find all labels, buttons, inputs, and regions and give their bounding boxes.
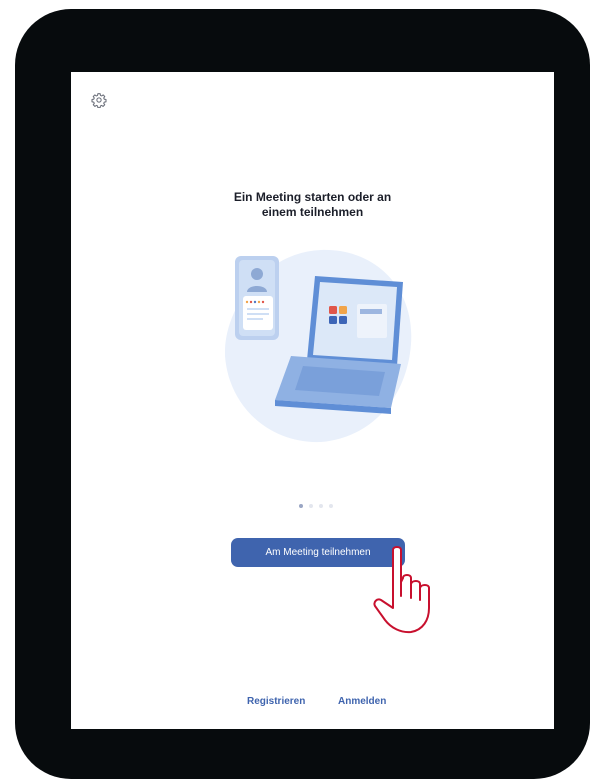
carousel-indicator (299, 504, 333, 508)
onboarding-title: Ein Meeting starten oder an einem teilne… (71, 190, 554, 220)
meeting-illustration (224, 248, 415, 444)
title-line-2: einem teilnehmen (261, 205, 364, 219)
join-meeting-button[interactable]: Am Meeting teilnehmen (231, 538, 405, 567)
gear-icon[interactable] (91, 92, 107, 109)
register-link[interactable]: Registrieren (247, 696, 305, 707)
app-screen: Ein Meeting starten oder an einem teilne… (71, 72, 554, 729)
carousel-dot[interactable] (309, 504, 313, 508)
carousel-dot[interactable] (329, 504, 333, 508)
tablet-frame: Ein Meeting starten oder an einem teilne… (15, 9, 590, 779)
carousel-dot[interactable] (319, 504, 323, 508)
title-line-1: Ein Meeting starten oder an (233, 190, 392, 204)
login-link[interactable]: Anmelden (338, 696, 386, 707)
carousel-dot[interactable] (299, 504, 303, 508)
